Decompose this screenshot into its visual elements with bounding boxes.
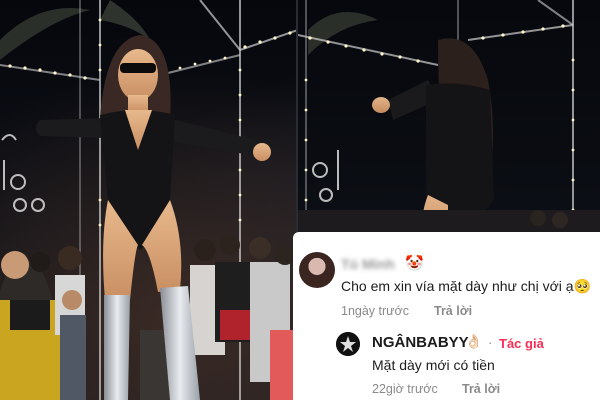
dance-stage-scene: [0, 0, 298, 400]
video-frame: Tú Minh 🤡 Cho em xin vía mặt dày như chị…: [0, 0, 600, 400]
reply-text: Mặt dày mới có tiền: [372, 357, 495, 373]
author-username[interactable]: NGÂNBABYY: [372, 334, 469, 351]
comment-text: Cho em xin vía mặt dày như chị với ạ🥺: [341, 278, 591, 294]
commenter-username[interactable]: Tú Minh: [341, 256, 395, 272]
video-panel-left: [0, 0, 298, 400]
separator-dot: ·: [488, 335, 493, 350]
commenter-avatar[interactable]: [299, 252, 335, 288]
comment-timestamp: 1ngày trước: [341, 304, 409, 318]
author-avatar[interactable]: [336, 332, 360, 356]
author-badge: Tác giả: [499, 336, 544, 351]
reply-item: NGÂNBABYY 👌🏻 · Tác giả Mặt dày mới có ti…: [293, 326, 600, 400]
author-logo-icon: [336, 332, 360, 356]
reply-button[interactable]: Trả lời: [434, 304, 472, 318]
comment-item: Tú Minh 🤡 Cho em xin vía mặt dày như chị…: [293, 232, 600, 318]
reply-button[interactable]: Trả lời: [462, 382, 500, 396]
comment-thread: Tú Minh 🤡 Cho em xin vía mặt dày như chị…: [293, 232, 600, 400]
clown-emoji-icon: 🤡: [405, 255, 424, 272]
ok-hand-emoji-icon: 👌🏻: [465, 333, 483, 349]
reply-timestamp: 22giờ trước: [372, 382, 438, 396]
